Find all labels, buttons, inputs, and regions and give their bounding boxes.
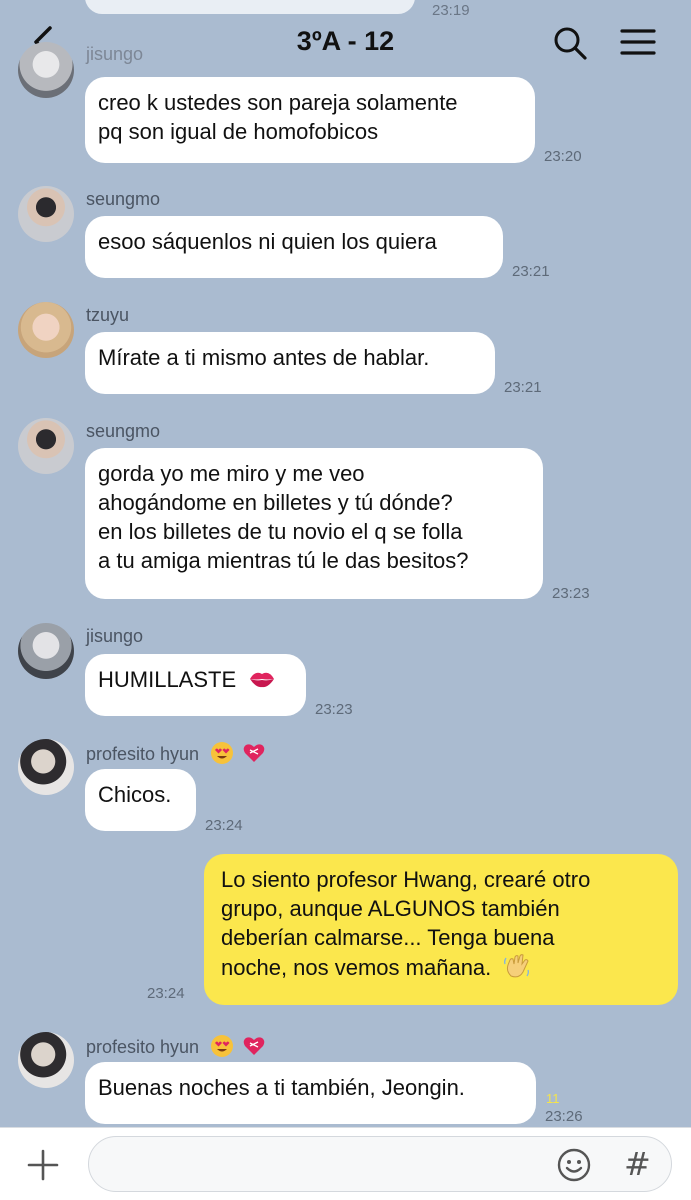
previous-message-time: 23:19 <box>432 2 470 19</box>
message-time: 23:23 <box>315 701 353 718</box>
heart-eyes-emoji-icon <box>211 1035 234 1057</box>
avatar[interactable] <box>18 302 74 358</box>
waving-hand-emoji-icon <box>504 954 530 978</box>
chat-header: 23:19 3ºA - 12 <box>0 0 691 82</box>
message-time: 23:20 <box>544 148 582 165</box>
avatar[interactable] <box>18 186 74 242</box>
message-bubble[interactable]: creo k ustedes son pareja solamente pq s… <box>85 77 535 163</box>
plus-icon[interactable] <box>26 1148 60 1182</box>
read-count: 11 <box>546 1091 560 1106</box>
heart-eyes-emoji-icon <box>211 742 234 764</box>
message-bubble[interactable]: Mírate a ti mismo antes de hablar. <box>85 332 495 394</box>
sender-name: profesito hyun <box>86 1034 266 1058</box>
message-text: Chicos. <box>98 782 172 807</box>
avatar[interactable] <box>18 623 74 679</box>
input-bar: # <box>0 1127 691 1200</box>
mending-heart-emoji-icon <box>243 744 265 762</box>
message-text: HUMILLASTE <box>98 667 237 692</box>
message-text: Buenas noches a ti también, Jeongin. <box>98 1075 465 1100</box>
sender-name: seungmo <box>86 189 161 209</box>
message-text: gorda yo me miro y me veo ahogándome en … <box>98 461 469 573</box>
avatar[interactable] <box>18 42 74 98</box>
avatar[interactable] <box>18 1032 74 1088</box>
sender-label: profesito hyun <box>86 744 200 764</box>
sender-name: seungmo <box>86 421 161 441</box>
kiss-mark-icon <box>248 668 276 692</box>
message-bubble[interactable]: Lo siento profesor Hwang, crearé otro gr… <box>204 854 678 1005</box>
message-input[interactable]: # <box>88 1136 672 1192</box>
message-text: Lo siento profesor Hwang, crearé otro gr… <box>221 867 591 980</box>
sender-name: tzuyu <box>86 305 130 325</box>
message-text: Mírate a ti mismo antes de hablar. <box>98 345 430 370</box>
emoji-icon[interactable] <box>556 1147 592 1183</box>
message-time: 23:21 <box>504 379 542 396</box>
mending-heart-emoji-icon <box>243 1037 265 1055</box>
message-bubble[interactable]: gorda yo me miro y me veo ahogándome en … <box>85 448 543 599</box>
message-bubble[interactable]: Buenas noches a ti también, Jeongin. <box>85 1062 536 1124</box>
sender-name: jisungo <box>86 626 144 646</box>
previous-message-bubble <box>85 0 415 14</box>
sender-name: jisungo <box>86 44 144 64</box>
message-bubble[interactable]: Chicos. <box>85 769 196 831</box>
message-text: creo k ustedes son pareja solamente pq s… <box>98 90 458 144</box>
message-time: 23:24 <box>147 985 185 1002</box>
avatar[interactable] <box>18 418 74 474</box>
avatar[interactable] <box>18 739 74 795</box>
sender-name: profesito hyun <box>86 741 266 765</box>
hashtag-icon[interactable]: # <box>624 1145 651 1183</box>
hamburger-menu-icon[interactable] <box>620 28 656 56</box>
message-time: 23:26 <box>545 1108 583 1125</box>
search-icon[interactable] <box>552 25 588 61</box>
message-time: 23:24 <box>205 817 243 834</box>
sender-label: profesito hyun <box>86 1037 200 1057</box>
message-bubble[interactable]: esoo sáquenlos ni quien los quiera <box>85 216 503 278</box>
message-bubble[interactable]: HUMILLASTE <box>85 654 306 716</box>
message-time: 23:23 <box>552 585 590 602</box>
message-time: 23:21 <box>512 263 550 280</box>
message-text: esoo sáquenlos ni quien los quiera <box>98 229 437 254</box>
